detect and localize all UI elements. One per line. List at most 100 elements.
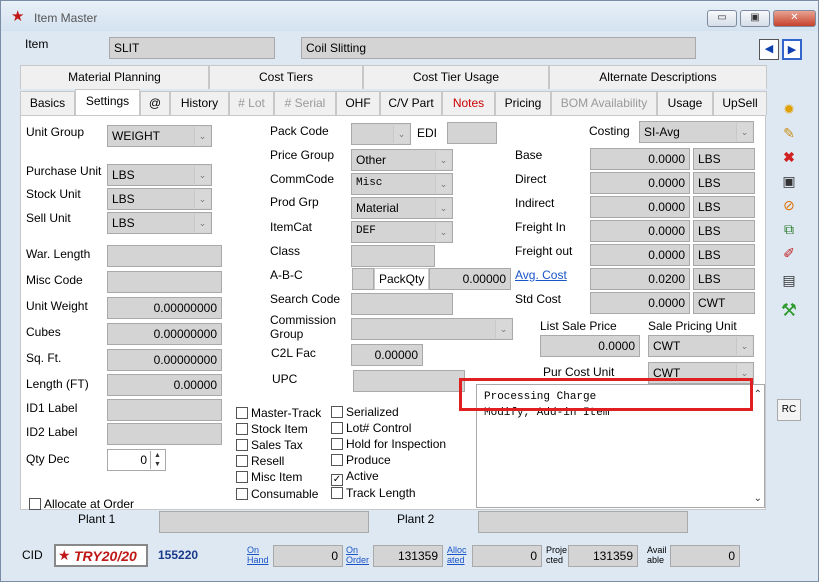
avg-cost-link[interactable]: Avg. Cost: [515, 268, 567, 282]
itemcat-select[interactable]: DEF ⌄: [351, 221, 453, 243]
notepad-icon[interactable]: ✐: [777, 242, 801, 264]
qty-dec-stepper[interactable]: 0 ▲ ▼: [107, 449, 166, 471]
tab-usage[interactable]: Usage: [657, 91, 713, 115]
tab-alternate-descriptions[interactable]: Alternate Descriptions: [549, 65, 767, 89]
id2-field[interactable]: [107, 423, 222, 445]
commcode-select[interactable]: Misc ⌄: [351, 173, 453, 195]
tab-history[interactable]: History: [170, 91, 229, 115]
tab-basics[interactable]: Basics: [20, 91, 75, 115]
tab-serial[interactable]: # Serial: [274, 91, 336, 115]
allocate-at-order-checkbox[interactable]: Allocate at Order: [29, 497, 134, 511]
stepper-arrows-icon[interactable]: ▲ ▼: [150, 451, 164, 469]
serialized-checkbox[interactable]: Serialized: [331, 405, 399, 419]
indirect-unit-field[interactable]: LBS: [693, 196, 755, 218]
tab-cv-part[interactable]: C/V Part: [380, 91, 442, 115]
tab-cost-tier-usage[interactable]: Cost Tier Usage: [363, 65, 549, 89]
class-field[interactable]: [351, 245, 435, 267]
consumable-checkbox[interactable]: Consumable: [236, 487, 318, 501]
next-item-button[interactable]: ▶: [782, 39, 802, 60]
on-order-link[interactable]: On Order: [346, 545, 370, 565]
tab-pricing[interactable]: Pricing: [495, 91, 551, 115]
c2l-fac-field[interactable]: 0.00000: [351, 344, 423, 366]
tab-material-planning[interactable]: Material Planning: [20, 65, 209, 89]
track-length-checkbox[interactable]: Track Length: [331, 486, 416, 500]
base-field[interactable]: 0.0000: [590, 148, 690, 170]
list-sale-price-field[interactable]: 0.0000: [540, 335, 640, 357]
upc-field[interactable]: [353, 370, 465, 392]
maximize-button[interactable]: ▣: [740, 10, 770, 27]
std-cost-field[interactable]: 0.0000: [590, 292, 690, 314]
stock-item-checkbox[interactable]: Stock Item: [236, 422, 308, 436]
unit-weight-field[interactable]: 0.00000000: [107, 297, 222, 319]
abc-field[interactable]: [352, 268, 374, 290]
id1-field[interactable]: [107, 399, 222, 421]
image-icon[interactable]: ▤: [777, 269, 801, 291]
pack-code-select[interactable]: ⌄: [351, 123, 411, 145]
sale-pricing-unit-select[interactable]: CWT ⌄: [648, 335, 754, 357]
on-hand-field[interactable]: 0: [273, 545, 343, 567]
cancel-icon[interactable]: ⊘: [777, 194, 801, 216]
avg-cost-field[interactable]: 0.0200: [590, 268, 690, 290]
base-unit-field[interactable]: LBS: [693, 148, 755, 170]
active-checkbox[interactable]: ✓ Active: [331, 469, 379, 486]
edi-field[interactable]: [447, 122, 497, 144]
tab-at[interactable]: @: [140, 91, 170, 115]
commission-group-select[interactable]: ⌄: [351, 318, 513, 340]
plant2-field[interactable]: [478, 511, 688, 533]
close-button[interactable]: ✕: [773, 10, 816, 27]
freight-in-field[interactable]: 0.0000: [590, 220, 690, 242]
produce-checkbox[interactable]: Produce: [331, 453, 391, 467]
costing-select[interactable]: SI-Avg ⌄: [639, 121, 754, 143]
cubes-field[interactable]: 0.00000000: [107, 323, 222, 345]
previous-item-button[interactable]: ◀: [759, 39, 779, 60]
tools-icon[interactable]: ⚒: [777, 299, 801, 321]
available-field[interactable]: 0: [670, 545, 740, 567]
copy-icon[interactable]: ⧉: [777, 218, 801, 240]
new-item-icon[interactable]: ✹: [777, 98, 801, 120]
tab-ohf[interactable]: OHF: [336, 91, 380, 115]
direct-field[interactable]: 0.0000: [590, 172, 690, 194]
length-field[interactable]: 0.00000: [107, 374, 222, 396]
plant1-field[interactable]: [159, 511, 369, 533]
tab-lot[interactable]: # Lot: [229, 91, 274, 115]
tab-bom-availability[interactable]: BOM Availability: [551, 91, 657, 115]
on-hand-link[interactable]: On Hand: [247, 545, 271, 565]
delete-icon[interactable]: ✖: [777, 146, 801, 168]
rc-button[interactable]: RC: [777, 399, 801, 421]
packqty-field[interactable]: 0.00000: [429, 268, 511, 290]
lot-control-checkbox[interactable]: Lot# Control: [331, 421, 411, 435]
stock-unit-select[interactable]: LBS ⌄: [107, 188, 212, 210]
price-group-select[interactable]: Other ⌄: [351, 149, 453, 171]
sales-tax-checkbox[interactable]: Sales Tax: [236, 438, 303, 452]
unit-group-select[interactable]: WEIGHT ⌄: [107, 125, 212, 147]
prod-grp-select[interactable]: Material ⌄: [351, 197, 453, 219]
allocated-link[interactable]: Alloc ated: [447, 545, 471, 565]
avg-cost-unit-field[interactable]: LBS: [693, 268, 755, 290]
direct-unit-field[interactable]: LBS: [693, 172, 755, 194]
freight-out-unit-field[interactable]: LBS: [693, 244, 755, 266]
freight-out-field[interactable]: 0.0000: [590, 244, 690, 266]
edit-icon[interactable]: ✎: [777, 122, 801, 144]
resell-checkbox[interactable]: Resell: [236, 454, 284, 468]
indirect-field[interactable]: 0.0000: [590, 196, 690, 218]
minimize-button[interactable]: ▭: [707, 10, 737, 27]
master-track-checkbox[interactable]: Master-Track: [236, 406, 321, 420]
sqft-field[interactable]: 0.00000000: [107, 349, 222, 371]
tab-upsell[interactable]: UpSell: [713, 91, 767, 115]
tab-settings[interactable]: Settings: [75, 89, 140, 115]
std-cost-unit-field[interactable]: CWT: [693, 292, 755, 314]
on-order-field[interactable]: 131359: [373, 545, 443, 567]
freight-in-unit-field[interactable]: LBS: [693, 220, 755, 242]
tab-notes[interactable]: Notes: [442, 91, 495, 115]
title-bar[interactable]: ★ Item Master ▭ ▣ ✕: [1, 1, 818, 31]
purchase-unit-select[interactable]: LBS ⌄: [107, 164, 212, 186]
item-description-field[interactable]: Coil Slitting: [301, 37, 696, 59]
misc-item-checkbox[interactable]: Misc Item: [236, 470, 302, 484]
item-code-field[interactable]: SLIT: [109, 37, 275, 59]
allocated-field[interactable]: 0: [472, 545, 542, 567]
tab-cost-tiers[interactable]: Cost Tiers: [209, 65, 363, 89]
hold-for-inspection-checkbox[interactable]: Hold for Inspection: [331, 437, 446, 451]
search-code-field[interactable]: [351, 293, 453, 315]
scroll-up-icon[interactable]: ⌃: [754, 389, 762, 400]
projected-field[interactable]: 131359: [568, 545, 638, 567]
